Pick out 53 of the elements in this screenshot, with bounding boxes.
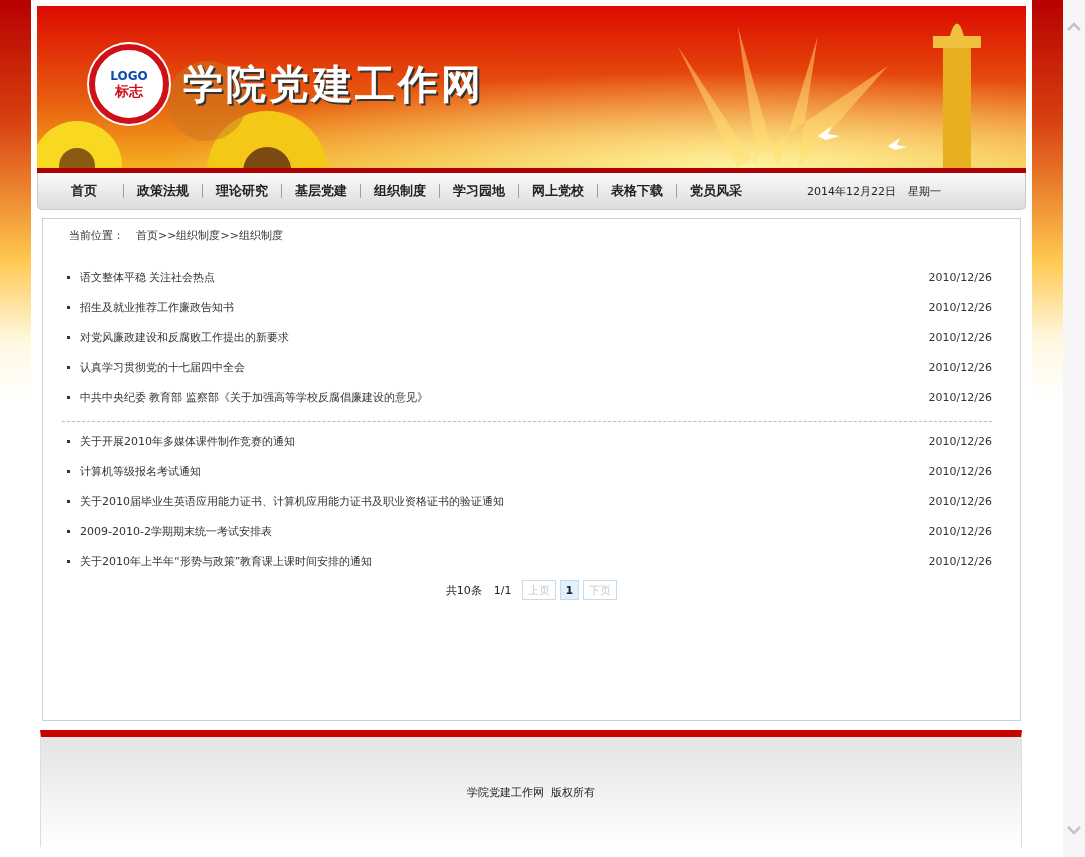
bullet-icon [67,335,70,339]
breadcrumb-path: 首页>>组织制度>>组织制度 [136,228,283,243]
date-text: 2014年12月22日 [807,183,896,199]
news-date: 2010/12/26 [928,270,992,284]
nav-link[interactable]: 网上党校 [518,184,597,198]
bullet-icon [67,469,70,473]
scrollbar[interactable] [1063,0,1085,857]
news-link[interactable]: 关于2010届毕业生英语应用能力证书、计算机应用能力证书及职业资格证书的验证通知 [80,493,929,509]
logo-text: LOGO [110,69,148,83]
news-date: 2010/12/26 [928,464,992,478]
news-date: 2010/12/26 [928,554,992,568]
nav-link[interactable]: 理论研究 [202,184,281,198]
news-link[interactable]: 中共中央纪委 教育部 监察部《关于加强高等学校反腐倡廉建设的意见》 [80,389,929,405]
scroll-up-icon[interactable] [1067,22,1081,31]
nav-link[interactable]: 政策法规 [123,184,202,198]
bullet-icon [67,305,70,309]
news-date: 2010/12/26 [928,300,992,314]
news-link[interactable]: 认真学习贯彻党的十七届四中全会 [80,359,929,375]
bullet-icon [67,439,70,443]
news-link[interactable]: 语文整体平稳 关注社会热点 [80,269,929,285]
bullet-icon [67,529,70,533]
bullet-icon [67,275,70,279]
site-title: 学院党建工作网 [183,59,484,109]
bullet-icon [67,499,70,503]
page-indicator: 1/1 [493,583,512,597]
nav-link[interactable]: 组织制度 [360,184,439,198]
nav-link[interactable]: 党员风采 [676,184,755,198]
nav-link[interactable]: 表格下载 [597,184,676,198]
logo-text: 标志 [115,83,143,99]
news-date: 2010/12/26 [928,434,992,448]
copyright-text: 学院党建工作网 版权所有 [467,784,595,800]
news-date: 2010/12/26 [928,360,992,374]
total-count: 共10条 [445,582,482,598]
news-link[interactable]: 计算机等级报名考试通知 [80,463,929,479]
nav-link[interactable]: 基层党建 [281,184,360,198]
bullet-icon [67,395,70,399]
news-date: 2010/12/26 [928,524,992,538]
nav-link[interactable]: 首页 [58,184,123,198]
bullet-icon [67,365,70,369]
nav-link[interactable]: 学习园地 [439,184,518,198]
news-link[interactable]: 招生及就业推荐工作廉政告知书 [80,299,929,315]
news-date: 2010/12/26 [928,390,992,404]
news-date: 2010/12/26 [928,330,992,344]
news-date: 2010/12/26 [928,494,992,508]
news-link[interactable]: 关于2010年上半年“形势与政策”教育课上课时间安排的通知 [80,553,929,569]
scroll-down-icon[interactable] [1067,826,1081,835]
breadcrumb-label: 当前位置： [69,228,124,243]
news-link[interactable]: 对党风廉政建设和反腐败工作提出的新要求 [80,329,929,345]
news-link[interactable]: 2009-2010-2学期期末统一考试安排表 [80,523,929,539]
page-button[interactable]: 1 [559,580,580,600]
weekday-text: 星期一 [908,183,941,199]
bullet-icon [67,559,70,563]
news-link[interactable]: 关于开展2010年多媒体课件制作竞赛的通知 [80,433,929,449]
